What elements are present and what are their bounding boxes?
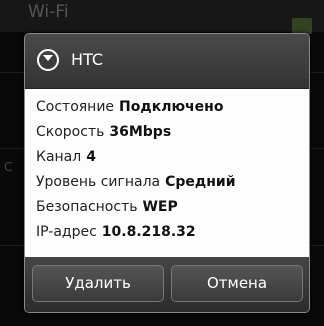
info-row-security: Безопасность WEP bbox=[36, 199, 178, 215]
info-row-status: Состояние Подключено bbox=[36, 99, 223, 115]
screen: Wi-Fi С HTC Состояние Подключено Скорость… bbox=[0, 0, 324, 326]
info-label: Безопасность bbox=[36, 199, 138, 215]
delete-button[interactable]: Удалить bbox=[32, 265, 164, 302]
dialog-header: HTC bbox=[25, 34, 309, 89]
info-value: 10.8.218.32 bbox=[101, 224, 196, 240]
info-row-speed: Скорость 36Mbps bbox=[36, 124, 171, 140]
dialog-footer: Удалить Отмена bbox=[25, 257, 309, 312]
network-details-dialog: HTC Состояние Подключено Скорость 36Mbps К… bbox=[24, 33, 310, 313]
info-value: 4 bbox=[86, 149, 96, 165]
info-row-channel: Канал 4 bbox=[36, 149, 96, 165]
dialog-body: Состояние Подключено Скорость 36Mbps Канал… bbox=[25, 89, 309, 257]
info-value: WEP bbox=[142, 199, 178, 215]
info-label: Состояние bbox=[36, 99, 115, 115]
info-value: Подключено bbox=[119, 99, 224, 115]
info-label: Скорость bbox=[36, 124, 105, 140]
info-label: Канал bbox=[36, 149, 82, 165]
cancel-button[interactable]: Отмена bbox=[171, 265, 303, 302]
info-value: 36Mbps bbox=[109, 124, 172, 140]
dialog-title: HTC bbox=[71, 50, 104, 69]
info-row-signal: Уровень сигнала Средний bbox=[36, 174, 236, 190]
info-label: IP-адрес bbox=[36, 224, 97, 240]
chevron-down-circle-icon bbox=[37, 49, 59, 71]
info-row-ip: IP-адрес 10.8.218.32 bbox=[36, 224, 196, 240]
info-value: Средний bbox=[165, 174, 236, 190]
info-label: Уровень сигнала bbox=[36, 174, 161, 190]
